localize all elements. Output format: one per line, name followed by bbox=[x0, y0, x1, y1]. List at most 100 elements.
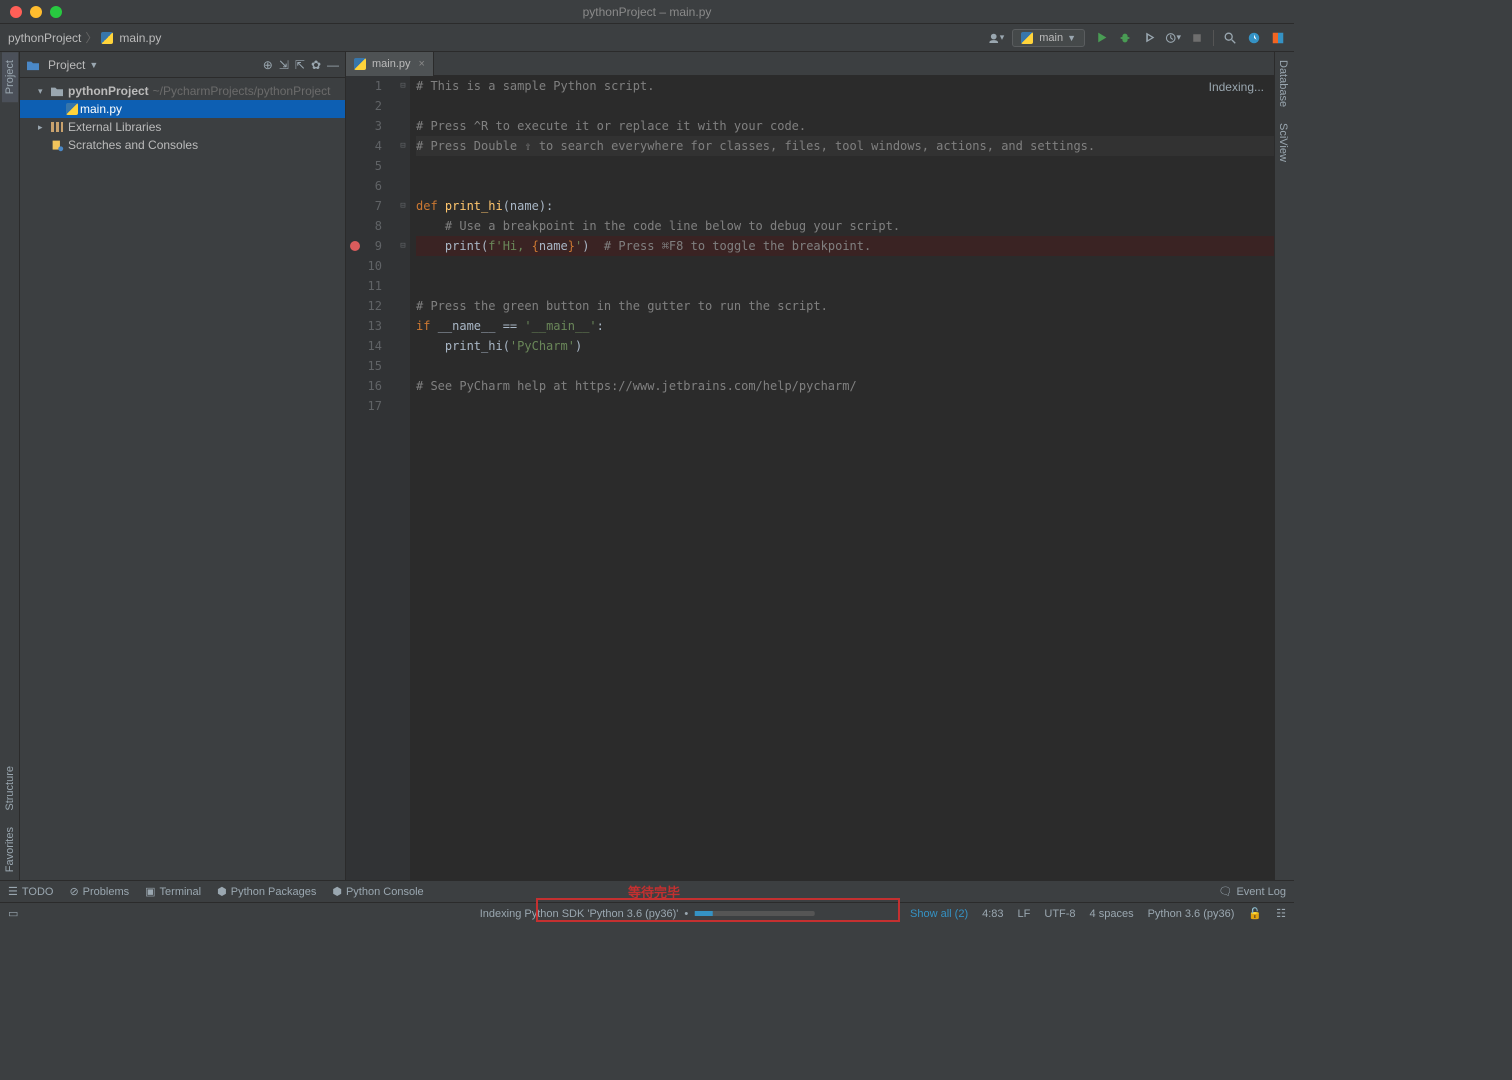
editor-tab-main[interactable]: main.py × bbox=[346, 52, 434, 76]
breakpoint-icon[interactable] bbox=[350, 241, 360, 251]
status-notifications-icon[interactable]: ☷ bbox=[1276, 907, 1286, 920]
sciview-tool-button[interactable]: SciView bbox=[1275, 115, 1291, 170]
navigation-bar: pythonProject 〉 main.py ▾ main ▼ ▾ bbox=[0, 24, 1294, 52]
close-window-button[interactable] bbox=[10, 6, 22, 18]
gutter-line[interactable]: 16 bbox=[346, 376, 396, 396]
progress-bar bbox=[694, 911, 814, 916]
gutter-line[interactable]: 3 bbox=[346, 116, 396, 136]
status-indent[interactable]: 4 spaces bbox=[1090, 908, 1134, 920]
bottom-tool-bar: ☰TODO ⊘Problems ▣Terminal ⬢Python Packag… bbox=[0, 880, 1294, 902]
caret-icon[interactable]: ▸ bbox=[38, 118, 50, 136]
structure-tool-button[interactable]: Structure bbox=[2, 758, 18, 819]
right-tool-strip: Database SciView bbox=[1274, 52, 1294, 880]
status-progress[interactable]: Indexing Python SDK 'Python 3.6 (py36)' … bbox=[480, 908, 815, 920]
settings-icon[interactable]: ✿ bbox=[311, 58, 321, 72]
editor: main.py × Indexing... 1 2 3 4 5 6 7 8 9 … bbox=[346, 52, 1274, 880]
window-title: pythonProject – main.py bbox=[583, 5, 712, 19]
hide-panel-icon[interactable]: — bbox=[327, 58, 339, 72]
indexing-banner: Indexing... bbox=[1209, 80, 1264, 94]
python-file-icon bbox=[66, 103, 78, 115]
chevron-down-icon: ▼ bbox=[1067, 33, 1076, 43]
tree-file-label: main.py bbox=[80, 100, 122, 118]
project-panel: Project ▼ ⊕ ⇲ ⇱ ✿ — ▾ pythonProject ~/Py… bbox=[20, 52, 346, 880]
sync-button[interactable] bbox=[1246, 30, 1262, 46]
tree-file-main[interactable]: main.py bbox=[20, 100, 345, 118]
main-area: Project Structure Favorites Project ▼ ⊕ … bbox=[0, 52, 1294, 880]
status-expand-icon[interactable]: ▭ bbox=[8, 907, 18, 920]
python-console-tool-button[interactable]: ⬢Python Console bbox=[332, 885, 423, 898]
status-encoding[interactable]: UTF-8 bbox=[1044, 908, 1075, 920]
database-tool-button[interactable]: Database bbox=[1275, 52, 1291, 115]
breadcrumb-project[interactable]: pythonProject bbox=[8, 31, 81, 45]
event-log-button[interactable]: 🗨Event Log bbox=[1218, 885, 1286, 898]
profiler-button[interactable]: ▾ bbox=[1165, 30, 1181, 46]
expand-all-icon[interactable]: ⇲ bbox=[279, 58, 289, 72]
add-config-icon[interactable]: ▾ bbox=[988, 30, 1004, 46]
gutter-line[interactable]: 12 bbox=[346, 296, 396, 316]
gutter-line[interactable]: 7 bbox=[346, 196, 396, 216]
close-tab-icon[interactable]: × bbox=[419, 58, 425, 70]
tree-scratches[interactable]: Scratches and Consoles bbox=[20, 136, 345, 154]
breadcrumb[interactable]: pythonProject 〉 main.py bbox=[8, 29, 161, 46]
scratches-icon bbox=[50, 138, 64, 152]
minimize-window-button[interactable] bbox=[30, 6, 42, 18]
gutter[interactable]: 1 2 3 4 5 6 7 8 9 10 11 12 13 14 15 16 1… bbox=[346, 76, 396, 880]
project-tool-button[interactable]: Project bbox=[2, 52, 18, 102]
ide-scripting-button[interactable] bbox=[1270, 30, 1286, 46]
gutter-line[interactable]: 1 bbox=[346, 76, 396, 96]
terminal-tool-button[interactable]: ▣Terminal bbox=[145, 885, 201, 898]
problems-tool-button[interactable]: ⊘Problems bbox=[69, 885, 129, 898]
status-show-all[interactable]: Show all (2) bbox=[910, 908, 968, 920]
project-panel-header: Project ▼ ⊕ ⇲ ⇱ ✿ — bbox=[20, 52, 345, 78]
breadcrumb-separator: 〉 bbox=[85, 29, 97, 46]
status-cursor-pos[interactable]: 4:83 bbox=[982, 908, 1003, 920]
project-panel-actions: ⊕ ⇲ ⇱ ✿ — bbox=[263, 58, 339, 72]
project-tree[interactable]: ▾ pythonProject ~/PycharmProjects/python… bbox=[20, 78, 345, 158]
maximize-window-button[interactable] bbox=[50, 6, 62, 18]
gutter-line[interactable]: 11 bbox=[346, 276, 396, 296]
collapse-all-icon[interactable]: ⇱ bbox=[295, 58, 305, 72]
fold-gutter[interactable]: ⊟ ⊟ ⊟ ⊟ bbox=[396, 76, 410, 880]
left-tool-strip: Project Structure Favorites bbox=[0, 52, 20, 880]
tree-external-label: External Libraries bbox=[68, 118, 161, 136]
gutter-line[interactable]: 6 bbox=[346, 176, 396, 196]
python-packages-tool-button[interactable]: ⬢Python Packages bbox=[217, 885, 316, 898]
gutter-line[interactable]: 8 bbox=[346, 216, 396, 236]
status-interpreter[interactable]: Python 3.6 (py36) bbox=[1148, 908, 1235, 920]
gutter-line[interactable]: 4 bbox=[346, 136, 396, 156]
favorites-tool-button[interactable]: Favorites bbox=[2, 819, 18, 880]
python-icon bbox=[1021, 32, 1033, 44]
status-bar: ▭ Indexing Python SDK 'Python 3.6 (py36)… bbox=[0, 902, 1294, 924]
tree-project-root[interactable]: ▾ pythonProject ~/PycharmProjects/python… bbox=[20, 82, 345, 100]
traffic-lights bbox=[0, 6, 62, 18]
gutter-line[interactable]: 2 bbox=[346, 96, 396, 116]
select-target-icon[interactable]: ⊕ bbox=[263, 58, 273, 72]
status-line-sep[interactable]: LF bbox=[1018, 908, 1031, 920]
gutter-line[interactable]: 9 bbox=[346, 236, 396, 256]
main-toolbar: ▾ main ▼ ▾ bbox=[988, 29, 1286, 47]
breadcrumb-file[interactable]: main.py bbox=[119, 31, 161, 45]
chevron-down-icon[interactable]: ▼ bbox=[89, 60, 98, 70]
gutter-line[interactable]: 14 bbox=[346, 336, 396, 356]
gutter-line[interactable]: 13 bbox=[346, 316, 396, 336]
stop-button[interactable] bbox=[1189, 30, 1205, 46]
run-button[interactable] bbox=[1093, 30, 1109, 46]
code-text[interactable]: # This is a sample Python script. # Pres… bbox=[410, 76, 1274, 880]
todo-tool-button[interactable]: ☰TODO bbox=[8, 885, 53, 898]
status-indexing-text: Indexing Python SDK 'Python 3.6 (py36)' bbox=[480, 908, 679, 920]
titlebar: pythonProject – main.py bbox=[0, 0, 1294, 24]
library-icon bbox=[50, 120, 64, 134]
lock-icon[interactable]: 🔓 bbox=[1248, 907, 1262, 920]
gutter-line[interactable]: 15 bbox=[346, 356, 396, 376]
editor-tab-label: main.py bbox=[372, 58, 411, 70]
debug-button[interactable] bbox=[1117, 30, 1133, 46]
tree-external-libraries[interactable]: ▸ External Libraries bbox=[20, 118, 345, 136]
gutter-line[interactable]: 5 bbox=[346, 156, 396, 176]
caret-icon[interactable]: ▾ bbox=[38, 82, 50, 100]
gutter-line[interactable]: 17 bbox=[346, 396, 396, 416]
coverage-button[interactable] bbox=[1141, 30, 1157, 46]
run-configuration-selector[interactable]: main ▼ bbox=[1012, 29, 1085, 47]
gutter-line[interactable]: 10 bbox=[346, 256, 396, 276]
search-button[interactable] bbox=[1222, 30, 1238, 46]
code-view[interactable]: 1 2 3 4 5 6 7 8 9 10 11 12 13 14 15 16 1… bbox=[346, 76, 1274, 880]
